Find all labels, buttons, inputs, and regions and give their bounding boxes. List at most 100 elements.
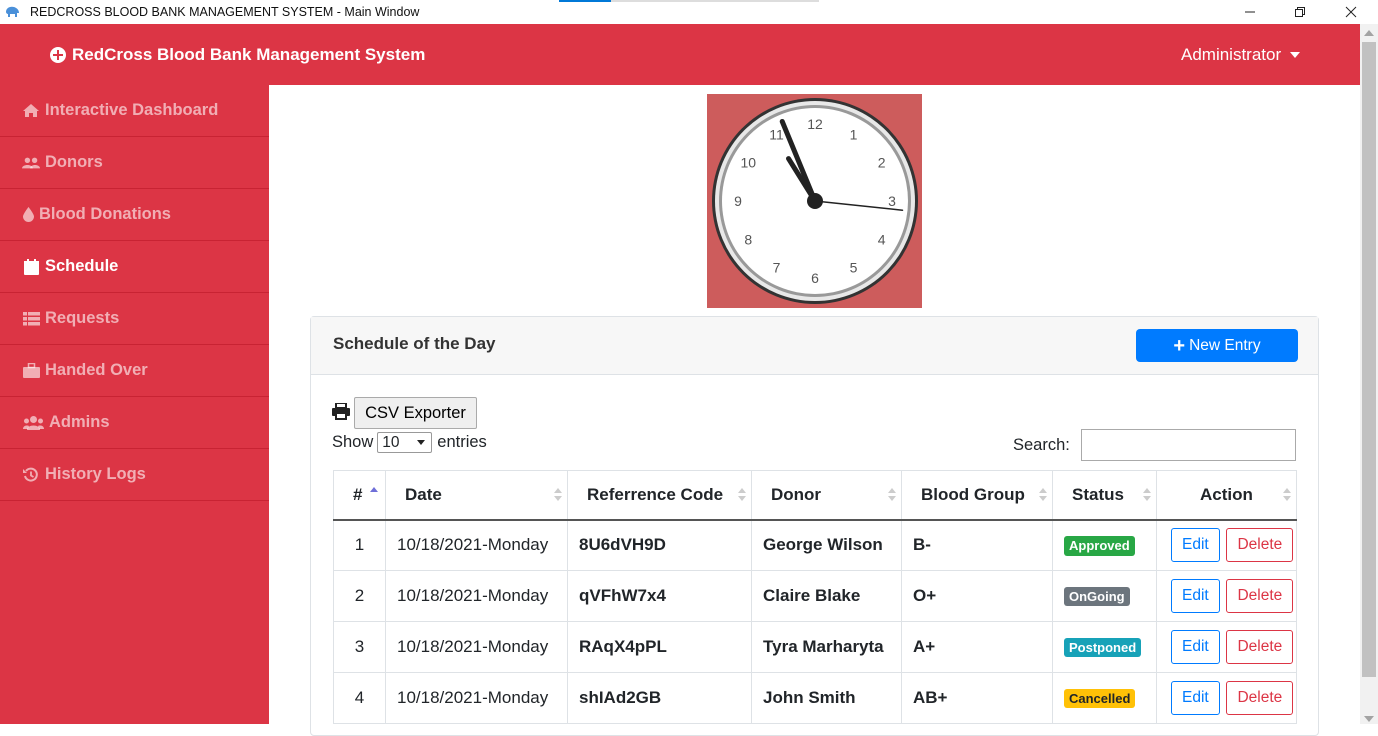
clock-number: 9: [734, 193, 742, 209]
edit-button[interactable]: Edit: [1171, 528, 1220, 563]
sidebar-item-label: Handed Over: [45, 361, 148, 379]
user-menu-dropdown[interactable]: Administrator: [1181, 45, 1301, 65]
cell-number: 1: [333, 519, 386, 571]
sidebar-item-handed-over[interactable]: Handed Over: [0, 345, 269, 397]
clock-number: 3: [888, 193, 896, 209]
card-header: Schedule of the Day + New Entry: [311, 317, 1318, 375]
scroll-up-icon[interactable]: [1364, 30, 1374, 36]
sidebar-item-label: Donors: [45, 153, 103, 171]
cell-number: 2: [333, 570, 386, 622]
close-button[interactable]: [1328, 0, 1374, 24]
column-header-status[interactable]: Status: [1052, 470, 1157, 521]
scroll-down-icon[interactable]: [1364, 716, 1374, 722]
status-badge: Cancelled: [1064, 688, 1136, 709]
cell-reference-code: shIAd2GB: [567, 672, 752, 724]
table-row: 2 10/18/2021-Monday qVFhW7x4 Claire Blake O+…: [333, 570, 1297, 622]
status-badge: Postponed: [1064, 637, 1142, 658]
sort-icon: [1039, 488, 1047, 502]
cell-date: 10/18/2021-Monday: [385, 519, 568, 571]
cell-reference-code: RAqX4pPL: [567, 621, 752, 673]
show-label: Show: [332, 433, 374, 451]
cell-number: 3: [333, 621, 386, 673]
plus-icon: +: [1173, 334, 1186, 357]
cell-action: Edit Delete: [1156, 621, 1297, 673]
sort-icon: [1283, 488, 1291, 502]
app-header: RedCross Blood Bank Management System Ad…: [0, 24, 1360, 85]
sidebar-item-history-logs[interactable]: History Logs: [0, 449, 269, 501]
delete-button[interactable]: Delete: [1226, 579, 1294, 613]
sidebar-item-requests[interactable]: Requests: [0, 293, 269, 345]
caret-down-icon: [1290, 52, 1301, 58]
restore-button[interactable]: [1277, 0, 1323, 24]
brand-title: RedCross Blood Bank Management System: [72, 45, 426, 64]
print-icon[interactable]: [332, 403, 350, 420]
table-header-row: # Date Referrence Code Donor Blood Group…: [333, 470, 1297, 521]
clock-center: [807, 193, 823, 209]
edit-button[interactable]: Edit: [1171, 579, 1220, 613]
new-entry-label: New Entry: [1189, 336, 1261, 354]
sort-icon: [554, 488, 562, 502]
sidebar-item-donors[interactable]: Donors: [0, 137, 269, 189]
window-titlebar: REDCROSS BLOOD BANK MANAGEMENT SYSTEM - …: [0, 0, 1378, 24]
cell-number: 4: [333, 672, 386, 724]
cell-donor: John Smith: [751, 672, 902, 724]
window-title: REDCROSS BLOOD BANK MANAGEMENT SYSTEM - …: [30, 5, 420, 19]
clock-number: 11: [769, 126, 784, 142]
tab-indicator: [559, 0, 819, 2]
sort-icon: [1143, 488, 1151, 502]
cell-status: Approved: [1052, 519, 1157, 571]
sidebar-item-interactive-dashboard[interactable]: Interactive Dashboard: [0, 85, 269, 137]
delete-button[interactable]: Delete: [1226, 630, 1294, 664]
cell-donor: Tyra Marharyta: [751, 621, 902, 673]
sidebar-item-blood-donations[interactable]: Blood Donations: [0, 189, 269, 241]
column-header-reference-code[interactable]: Referrence Code: [567, 470, 752, 521]
cell-reference-code: qVFhW7x4: [567, 570, 752, 622]
column-header-number[interactable]: #: [333, 470, 386, 521]
delete-button[interactable]: Delete: [1226, 681, 1294, 715]
sidebar-item-label: Admins: [49, 413, 110, 431]
sidebar-item-label: History Logs: [45, 465, 146, 483]
search-label: Search:: [1013, 436, 1070, 454]
clock-number: 10: [741, 155, 757, 171]
scroll-thumb[interactable]: [1362, 42, 1376, 677]
sidebar-item-label: Requests: [45, 309, 120, 327]
new-entry-button[interactable]: + New Entry: [1136, 329, 1298, 362]
sidebar-item-schedule[interactable]: Schedule: [0, 241, 269, 293]
cell-blood-group: B-: [901, 519, 1053, 571]
schedule-table: # Date Referrence Code Donor Blood Group…: [333, 470, 1297, 724]
clock-number: 12: [807, 116, 823, 132]
brand-link[interactable]: RedCross Blood Bank Management System: [50, 45, 425, 65]
users-icon: [22, 155, 40, 171]
sidebar-item-label: Schedule: [45, 257, 119, 275]
sidebar-item-label: Interactive Dashboard: [45, 101, 219, 119]
cell-donor: George Wilson: [751, 519, 902, 571]
column-header-blood-group[interactable]: Blood Group: [901, 470, 1053, 521]
clock-number: 8: [744, 232, 752, 248]
status-badge: OnGoing: [1064, 586, 1130, 607]
table-row: 3 10/18/2021-Monday RAqX4pPL Tyra Marharyta…: [333, 621, 1297, 673]
sidebar-item-admins[interactable]: Admins: [0, 397, 269, 449]
clock-number: 2: [878, 155, 886, 171]
app-icon: [6, 6, 19, 17]
column-header-action[interactable]: Action: [1156, 470, 1297, 521]
clock-number: 6: [811, 270, 819, 286]
edit-button[interactable]: Edit: [1171, 630, 1220, 664]
column-header-date[interactable]: Date: [385, 470, 568, 521]
page-scrollbar[interactable]: [1360, 24, 1378, 724]
csv-exporter-button[interactable]: CSV Exporter: [354, 397, 477, 429]
entries-select-value: 10: [382, 433, 400, 451]
edit-button[interactable]: Edit: [1171, 681, 1220, 715]
entries-select[interactable]: 10: [377, 432, 433, 453]
column-header-donor[interactable]: Donor: [751, 470, 902, 521]
clock-number: 4: [878, 232, 886, 248]
minimize-button[interactable]: [1227, 0, 1273, 24]
admins-icon: [22, 415, 44, 431]
cell-donor: Claire Blake: [751, 570, 902, 622]
search-input[interactable]: [1081, 429, 1296, 461]
clock-number: 7: [773, 260, 781, 276]
dropdown-arrow-icon: [417, 440, 426, 445]
cell-blood-group: A+: [901, 621, 1053, 673]
clock-number: 5: [850, 260, 858, 276]
analog-clock: 12 1 2 3 4 5 6 7 8 9 10 11: [707, 94, 922, 308]
delete-button[interactable]: Delete: [1226, 528, 1294, 563]
